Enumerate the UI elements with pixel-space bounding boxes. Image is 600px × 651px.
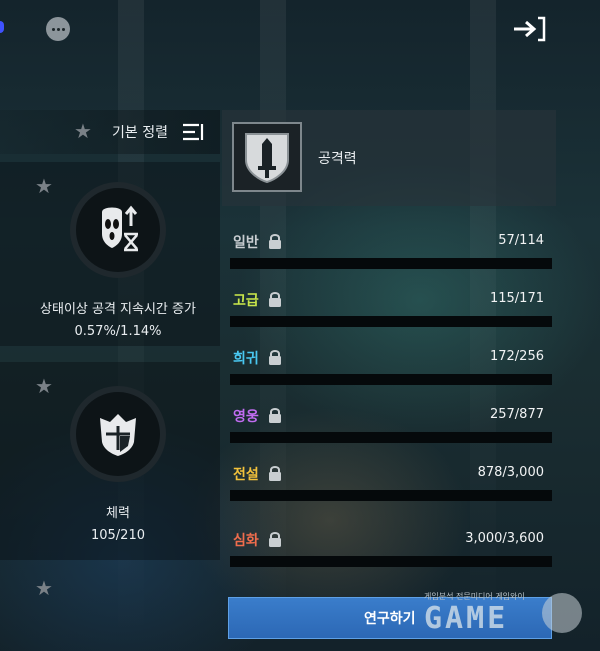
tier-progress-bar — [230, 432, 552, 443]
stat-header: 공격력 — [222, 110, 556, 206]
exit-button[interactable] — [512, 14, 548, 44]
tier-row[interactable]: 영웅 257/877 — [230, 400, 552, 446]
tier-progress-bar — [230, 556, 552, 567]
lock-icon — [269, 350, 281, 365]
tier-progress-bar — [230, 490, 552, 501]
tier-value: 257/877 — [489, 407, 544, 422]
ability-emblem — [70, 386, 166, 482]
ability-name: 체력 — [106, 506, 130, 521]
tier-name: 희귀 — [233, 351, 259, 367]
favorite-star-icon[interactable]: ★ — [35, 578, 53, 598]
tier-row[interactable]: 고급 115/171 — [230, 284, 552, 330]
lock-icon — [269, 466, 281, 481]
ability-value: 0.57%/1.14% — [74, 324, 162, 339]
sword-shield-icon — [245, 133, 289, 184]
ability-card-status-duration[interactable]: ★ 상태이상 공격 지속시간 증가 0.57%/1.14% — [0, 162, 220, 346]
sort-row: ★ 기본 정렬 — [0, 110, 220, 154]
lock-icon — [269, 234, 281, 249]
favorite-star-icon[interactable]: ★ — [35, 176, 53, 196]
exit-arrow-icon — [514, 16, 546, 42]
tier-row[interactable]: 일반 57/114 — [230, 226, 552, 272]
favorite-star-icon[interactable]: ★ — [74, 121, 92, 141]
lock-icon — [269, 292, 281, 307]
lock-icon — [269, 408, 281, 423]
sort-list-icon[interactable] — [182, 123, 206, 141]
tier-row[interactable]: 심화 3,000/3,600 — [230, 524, 552, 570]
more-options-button[interactable] — [46, 17, 70, 41]
tier-value: 172/256 — [489, 349, 544, 364]
favorite-star-icon[interactable]: ★ — [35, 376, 53, 396]
watermark-brand: GAME — [424, 601, 509, 636]
more-dots-icon — [51, 27, 55, 31]
tier-progress-bar — [230, 258, 552, 269]
armor-shield-icon — [100, 414, 136, 456]
stat-emblem — [232, 122, 302, 192]
tier-value: 3,000/3,600 — [465, 531, 544, 546]
tier-name: 일반 — [233, 235, 259, 251]
tier-row[interactable]: 전설 878/3,000 — [230, 458, 552, 504]
sort-label[interactable]: 기본 정렬 — [112, 122, 168, 142]
tier-progress-bar — [230, 374, 552, 385]
ability-name: 상태이상 공격 지속시간 증가 — [40, 302, 196, 317]
tier-value: 878/3,000 — [477, 465, 544, 480]
tier-name: 전설 — [233, 467, 259, 483]
tier-value: 115/171 — [489, 291, 544, 306]
watermark-logo-icon — [542, 593, 582, 633]
stat-title: 공격력 — [318, 151, 357, 167]
tier-name: 영웅 — [233, 409, 259, 425]
lock-icon — [269, 532, 281, 547]
tier-name: 심화 — [233, 533, 259, 549]
ability-list-panel: ★ 기본 정렬 ★ 상태이상 공격 지속시간 증가 0.57%/1.14% ★ — [0, 110, 220, 590]
stat-detail-panel: 공격력 일반 57/114 고급 115/171 희귀 172/256 영웅 2… — [222, 110, 556, 610]
watermark: 게임분석 전문미디어 게임와이 GAME — [424, 591, 584, 641]
tier-value: 57/114 — [498, 233, 544, 248]
ability-card-health[interactable]: ★ 체력 105/210 — [0, 362, 220, 560]
notification-marker — [0, 21, 4, 33]
ability-value: 105/210 — [90, 528, 145, 543]
tier-progress-bar — [230, 316, 552, 327]
tier-name: 고급 — [233, 293, 259, 309]
status-duration-icon — [102, 205, 138, 252]
ability-emblem — [70, 182, 166, 278]
tier-row[interactable]: 희귀 172/256 — [230, 342, 552, 388]
